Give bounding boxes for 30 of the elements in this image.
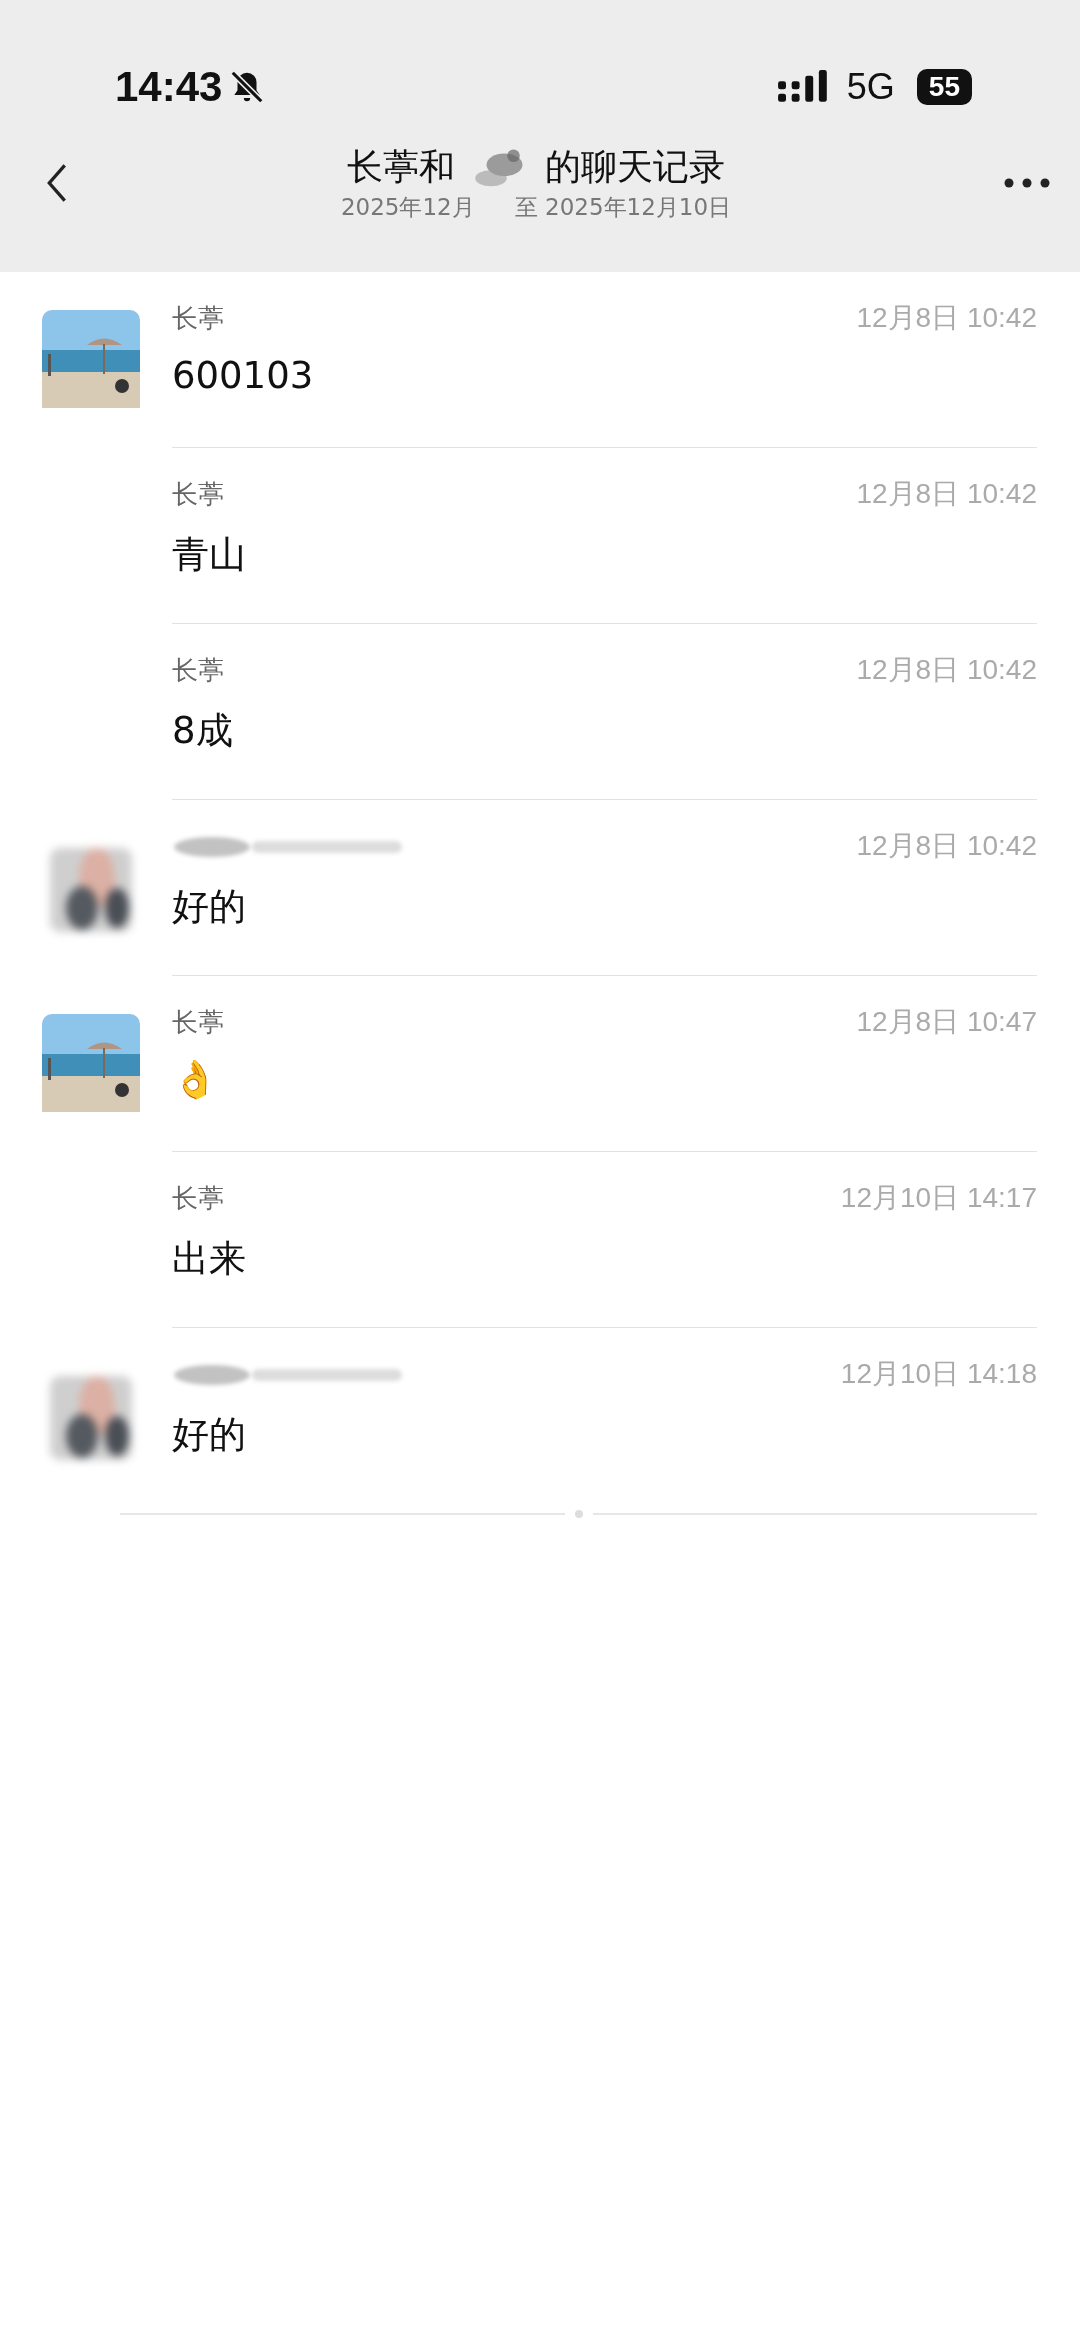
back-icon[interactable] (46, 162, 68, 203)
message-time: 12月8日 10:47 (856, 1005, 1037, 1039)
status-time: 14:43 (115, 63, 223, 111)
message-time: 12月8日 10:42 (856, 653, 1037, 687)
sender-name: 长葶 (172, 477, 224, 511)
message-text: 青山 (172, 532, 247, 578)
message-text: 8成 (172, 708, 234, 754)
message-time: 12月8日 10:42 (856, 477, 1037, 511)
message-time: 12月8日 10:42 (856, 301, 1037, 335)
sender-name: 长葶 (172, 1005, 224, 1039)
sender-name: 长葶 (172, 653, 224, 687)
message-time: 12月10日 14:18 (840, 1357, 1037, 1391)
battery-level: 55 (916, 69, 972, 105)
chat-title: 的聊天记录 (545, 144, 725, 189)
sender-name: 长葶 (172, 1181, 224, 1215)
sender-name: 长葶 (172, 301, 224, 335)
chat-title: 长葶和 (347, 144, 455, 189)
message-text: 好的 (172, 1412, 247, 1458)
signal-icon (776, 70, 829, 104)
date-range: 2025年12月 (340, 193, 475, 222)
dot-icon (574, 1510, 583, 1518)
message-time: 12月10日 14:17 (840, 1181, 1037, 1215)
more-icon[interactable] (1004, 177, 1050, 188)
message-text: 600103 (172, 354, 315, 397)
message-text: 出来 (172, 1236, 247, 1282)
message-text: 好的 (172, 884, 247, 930)
network-label: 5G (846, 66, 895, 108)
message-text: 👌 (172, 1058, 219, 1101)
message-time: 12月8日 10:42 (856, 829, 1037, 863)
date-range: 至 2025年12月10日 (514, 193, 732, 222)
